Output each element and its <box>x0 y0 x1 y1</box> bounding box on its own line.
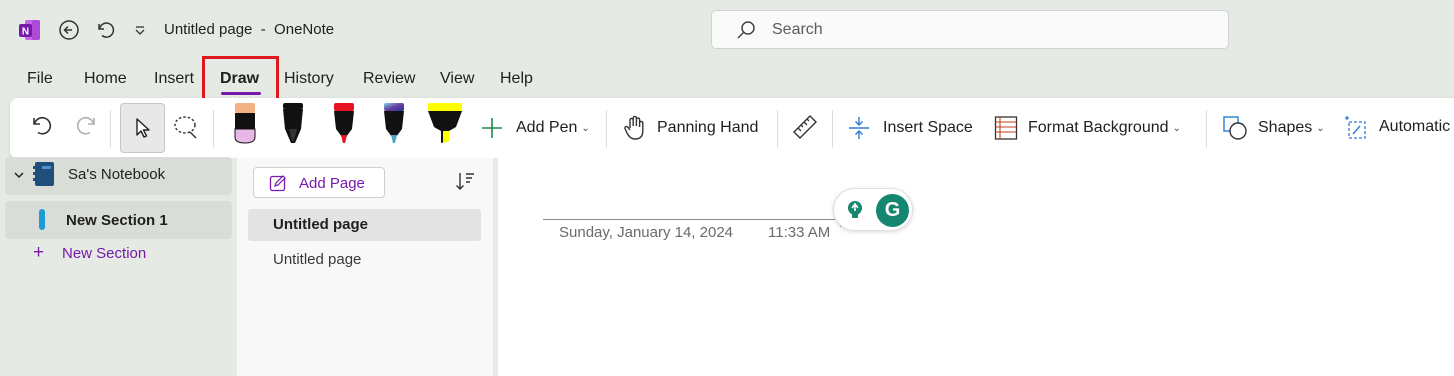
pen-black[interactable] <box>280 101 306 145</box>
section-color-tab <box>39 209 45 230</box>
section-name: New Section 1 <box>66 212 168 229</box>
ribbon-separator <box>606 110 607 148</box>
search-placeholder: Search <box>772 21 823 38</box>
redo-icon <box>76 116 95 135</box>
page-item-label[interactable]: Untitled page <box>273 216 368 233</box>
lightbulb-icon <box>848 201 862 218</box>
black-pen-icon <box>283 103 303 143</box>
tab-file[interactable]: File <box>27 70 53 88</box>
pointer-icon <box>136 118 150 138</box>
new-section-button[interactable]: New Section <box>62 245 146 262</box>
ribbon-separator <box>213 110 214 148</box>
panning-hand-label: Panning Hand <box>657 119 759 136</box>
customize-toolbar-button[interactable] <box>127 17 153 43</box>
lasso-icon <box>174 116 197 139</box>
add-pen-label: Add Pen <box>516 119 578 136</box>
tab-insert[interactable]: Insert <box>154 70 194 88</box>
red-pen-icon <box>334 103 354 143</box>
svg-text:N: N <box>22 27 29 38</box>
ink-to-shape-icon <box>1345 116 1366 139</box>
notebook-name: Sa's Notebook <box>68 166 166 183</box>
page-date: Sunday, January 14, 2024 <box>559 224 734 241</box>
lasso-select-button[interactable] <box>172 114 200 142</box>
select-objects-button[interactable] <box>120 103 165 153</box>
page-canvas[interactable] <box>498 158 1454 376</box>
sort-pages-button[interactable] <box>454 170 476 197</box>
undo-icon <box>98 22 115 38</box>
shapes-label: Shapes <box>1258 119 1313 136</box>
title-bar: N Untitled page - OneNote Search <box>0 0 1454 60</box>
hand-icon <box>624 115 644 140</box>
shapes-icon <box>1223 116 1247 140</box>
shapes-button[interactable]: Shapes ⌄ <box>1222 115 1325 141</box>
back-arrow-icon <box>59 20 79 40</box>
onenote-logo-icon: N <box>19 20 40 40</box>
ribbon-separator <box>777 110 778 148</box>
format-background-label: Format Background <box>1028 119 1169 136</box>
pen-galaxy[interactable] <box>381 101 407 145</box>
chevron-down-icon <box>135 26 145 35</box>
panning-hand-button[interactable]: Panning Hand <box>623 115 758 141</box>
add-pen-button[interactable]: Add Pen ⌄ <box>480 116 590 140</box>
tab-history[interactable]: History <box>284 70 334 88</box>
ribbon-undo-button[interactable] <box>28 113 54 139</box>
chevron-down-icon: ⌄ <box>1172 122 1181 134</box>
ruler-icon <box>793 115 817 139</box>
chevron-down-icon: ⌄ <box>1316 122 1325 134</box>
automation-label: Automatic <box>1379 118 1451 135</box>
window-title: Untitled page - OneNote <box>164 21 335 38</box>
tab-review[interactable]: Review <box>363 70 415 88</box>
collapse-notebook-button[interactable] <box>13 169 25 181</box>
insert-space-button[interactable]: Insert Space <box>847 115 973 141</box>
grammarly-widget[interactable]: G <box>833 188 913 231</box>
automation-button[interactable]: Automatic <box>1343 114 1450 140</box>
ribbon-separator <box>110 110 111 148</box>
galaxy-pen-icon <box>384 103 404 143</box>
page-background-icon <box>994 116 1018 140</box>
grammarly-logo-icon: G <box>876 194 909 227</box>
page-title-underline <box>543 219 835 220</box>
chevron-down-icon: ⌄ <box>581 122 590 134</box>
highlighter-icon <box>428 103 462 143</box>
format-background-button[interactable]: Format Background ⌄ <box>994 115 1181 141</box>
plus-icon: + <box>33 242 45 263</box>
ribbon-separator <box>832 110 833 148</box>
page-item-label[interactable]: Untitled page <box>273 251 361 268</box>
draw-ribbon: Add Pen ⌄ Panning Hand Insert Space Form… <box>10 98 1454 159</box>
insert-space-icon <box>849 117 869 139</box>
tab-view[interactable]: View <box>440 70 474 88</box>
back-button[interactable] <box>56 17 82 43</box>
search-box[interactable]: Search <box>711 10 1229 49</box>
undo-button[interactable] <box>92 17 118 43</box>
page-time: 11:33 AM <box>768 224 831 241</box>
sort-icon <box>456 173 474 190</box>
tab-help[interactable]: Help <box>500 70 533 88</box>
highlighter-yellow[interactable] <box>425 101 465 145</box>
plus-icon <box>482 118 502 138</box>
ruler-button[interactable] <box>792 114 818 140</box>
insert-space-label: Insert Space <box>883 119 973 136</box>
undo-icon <box>33 116 52 135</box>
ribbon-separator <box>1206 110 1207 148</box>
tab-home[interactable]: Home <box>84 70 127 88</box>
add-page-label: Add Page <box>299 175 365 192</box>
pencil-icon <box>234 103 256 144</box>
pen-pencil[interactable] <box>232 101 258 145</box>
add-page-icon <box>269 175 286 192</box>
search-icon <box>737 21 755 39</box>
chevron-down-icon <box>14 172 24 179</box>
pen-red[interactable] <box>331 101 357 145</box>
notebook-icon <box>33 161 55 187</box>
ribbon-redo-button[interactable] <box>74 113 100 139</box>
add-page-button[interactable]: Add Page <box>253 167 385 198</box>
